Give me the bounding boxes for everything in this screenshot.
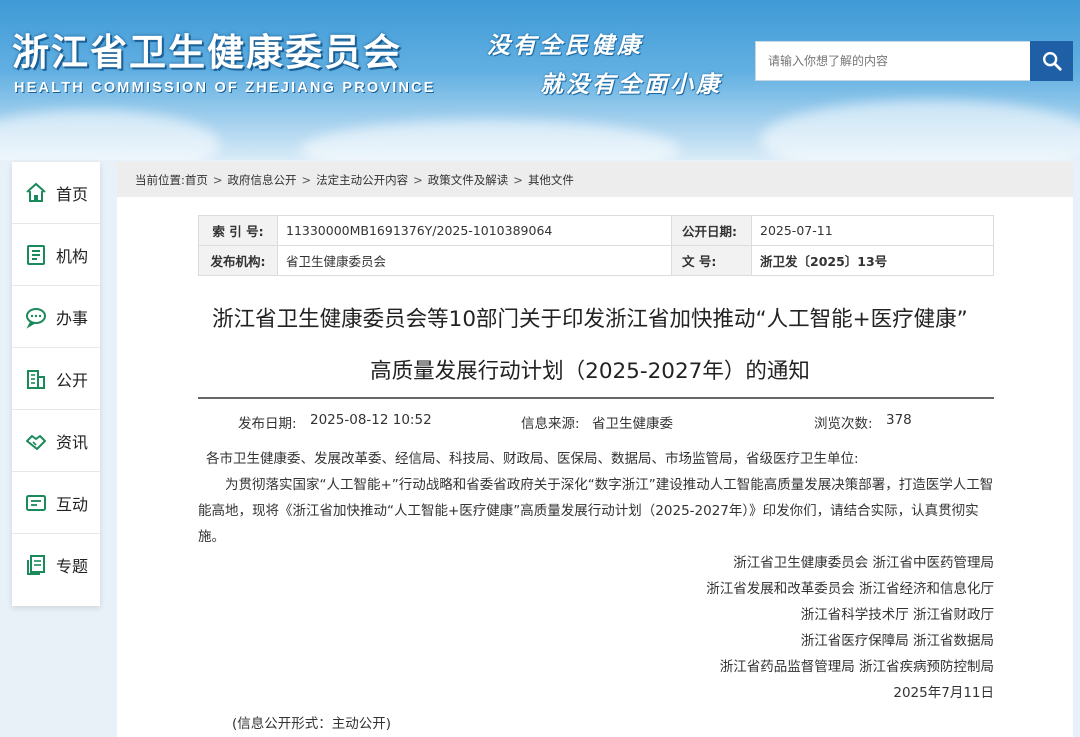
signer-line: 浙江省医疗保障局 浙江省数据局 <box>800 633 994 649</box>
sidebar-item-interaction[interactable]: 互动 <box>12 472 100 534</box>
table-row: 索 引 号: 11330000MB1691376Y/2025-101038906… <box>198 215 994 246</box>
publisher-label: 发布机构: <box>198 245 278 276</box>
signer-line: 浙江省药品监督管理局 浙江省疾病预防控制局 <box>719 659 994 675</box>
sidebar-item-label: 公开 <box>56 370 89 390</box>
sidebar-nav: 首页 机构 办事 公开 资讯 互动 专题 <box>12 162 100 606</box>
breadcrumb-link-policy[interactable]: 政策文件及解读 <box>428 172 509 188</box>
site-header: 浙江省卫生健康委员会 HEALTH COMMISSION OF ZHEJIANG… <box>0 0 1080 160</box>
title-divider <box>198 397 994 399</box>
publisher-value: 省卫生健康委员会 <box>277 245 672 276</box>
signers-block: 浙江省卫生健康委员会 浙江省中医药管理局 浙江省发展和改革委员会 浙江省经济和信… <box>198 550 994 706</box>
index-number-label: 索 引 号: <box>198 215 278 246</box>
sidebar-item-topics[interactable]: 专题 <box>12 534 100 596</box>
breadcrumb-link-gov-info[interactable]: 政府信息公开 <box>228 172 297 188</box>
view-count-label: 浏览次数: <box>814 416 873 432</box>
signer-line: 浙江省科学技术厅 浙江省财政厅 <box>800 607 994 623</box>
sidebar-item-home[interactable]: 首页 <box>12 162 100 224</box>
publish-date-value: 2025-07-11 <box>751 215 994 246</box>
document-number-value: 浙卫发〔2025〕13号 <box>751 245 994 276</box>
interaction-icon <box>26 494 46 511</box>
site-logo-subtitle: HEALTH COMMISSION OF ZHEJIANG PROVINCE <box>14 80 436 96</box>
breadcrumb-link-statutory[interactable]: 法定主动公开内容 <box>316 172 408 188</box>
sidebar-item-label: 办事 <box>56 308 89 328</box>
search-box <box>755 41 1030 81</box>
slogan-line-2: 就没有全面小康 <box>540 71 722 98</box>
sidebar-item-label: 互动 <box>56 494 89 514</box>
sidebar-item-news[interactable]: 资讯 <box>12 410 100 472</box>
addressees-paragraph: 各市卫生健康委、发展改革委、经信局、科技局、财政局、医保局、数据局、市场监管局，… <box>206 451 859 467</box>
search-icon <box>1042 52 1062 71</box>
sidebar-item-label: 专题 <box>56 557 89 576</box>
header-cloud-decoration <box>760 100 1080 160</box>
sidebar-item-organization[interactable]: 机构 <box>12 224 100 286</box>
signer-line: 浙江省卫生健康委员会 浙江省中医药管理局 <box>733 555 994 571</box>
sidebar-item-disclosure[interactable]: 公开 <box>12 348 100 410</box>
site-logo-title[interactable]: 浙江省卫生健康委员会 <box>12 22 402 76</box>
breadcrumb-separator: > <box>513 172 523 187</box>
breadcrumb: 当前位置: 首页 > 政府信息公开 > 法定主动公开内容 > 政策文件及解读 >… <box>117 162 1073 197</box>
breadcrumb-separator: > <box>212 172 223 187</box>
sidebar-item-label: 机构 <box>56 246 89 266</box>
main-content-panel: 当前位置: 首页 > 政府信息公开 > 法定主动公开内容 > 政策文件及解读 >… <box>117 162 1073 737</box>
body-paragraph: 为贯彻落实国家“人工智能+”行动战略和省委省政府关于深化“数字浙江”建设推动人工… <box>198 477 994 545</box>
article-title-line-1: 浙江省卫生健康委员会等10部门关于印发浙江省加快推动“人工智能+医疗健康” <box>212 307 968 332</box>
building-icon <box>27 369 45 389</box>
breadcrumb-prefix: 当前位置: <box>135 172 185 187</box>
breadcrumb-separator: > <box>301 172 312 187</box>
publish-date-label: 公开日期: <box>671 215 752 246</box>
breadcrumb-link-home[interactable]: 首页 <box>185 172 208 188</box>
disclosure-form-note: (信息公开形式：主动公开) <box>232 716 392 732</box>
breadcrumb-separator: > <box>413 172 423 187</box>
index-number-value: 11330000MB1691376Y/2025-1010389064 <box>277 215 672 246</box>
handshake-icon <box>26 434 46 450</box>
release-date-value: 2025-08-12 10:52 <box>310 412 432 428</box>
search-button[interactable] <box>1030 41 1073 81</box>
sign-date: 2025年7月11日 <box>893 685 994 701</box>
header-cloud-decoration <box>0 110 220 160</box>
header-cloud-decoration <box>300 120 680 160</box>
article-body: 各市卫生健康委、发展改革委、经信局、科技局、财政局、医保局、数据局、市场监管局，… <box>198 446 994 706</box>
document-meta-table: 索 引 号: 11330000MB1691376Y/2025-101038906… <box>198 215 994 276</box>
article-title: 浙江省卫生健康委员会等10部门关于印发浙江省加快推动“人工智能+医疗健康” 高质… <box>187 294 993 398</box>
sidebar-item-services[interactable]: 办事 <box>12 286 100 348</box>
breadcrumb-link-other[interactable]: 其他文件 <box>528 172 574 188</box>
view-count-value: 378 <box>886 412 912 428</box>
document-number-label: 文 号: <box>671 245 752 276</box>
slogan-line-1: 没有全民健康 <box>487 32 643 59</box>
chat-bubble-icon <box>26 307 46 329</box>
home-icon <box>26 182 46 202</box>
article-title-line-2: 高质量发展行动计划（2025-2027年）的通知 <box>370 359 810 384</box>
sidebar-item-label: 首页 <box>56 184 89 204</box>
release-date-label: 发布日期: <box>238 416 297 432</box>
document-stack-icon <box>27 555 45 575</box>
organization-icon <box>27 244 45 265</box>
signer-line: 浙江省发展和改革委员会 浙江省经济和信息化厅 <box>706 581 994 597</box>
search-input[interactable] <box>756 42 1030 80</box>
source-value: 省卫生健康委 <box>592 416 673 432</box>
table-row: 发布机构: 省卫生健康委员会 文 号: 浙卫发〔2025〕13号 <box>198 245 994 276</box>
sidebar-item-label: 资讯 <box>56 432 89 452</box>
source-label: 信息来源: <box>521 416 580 432</box>
